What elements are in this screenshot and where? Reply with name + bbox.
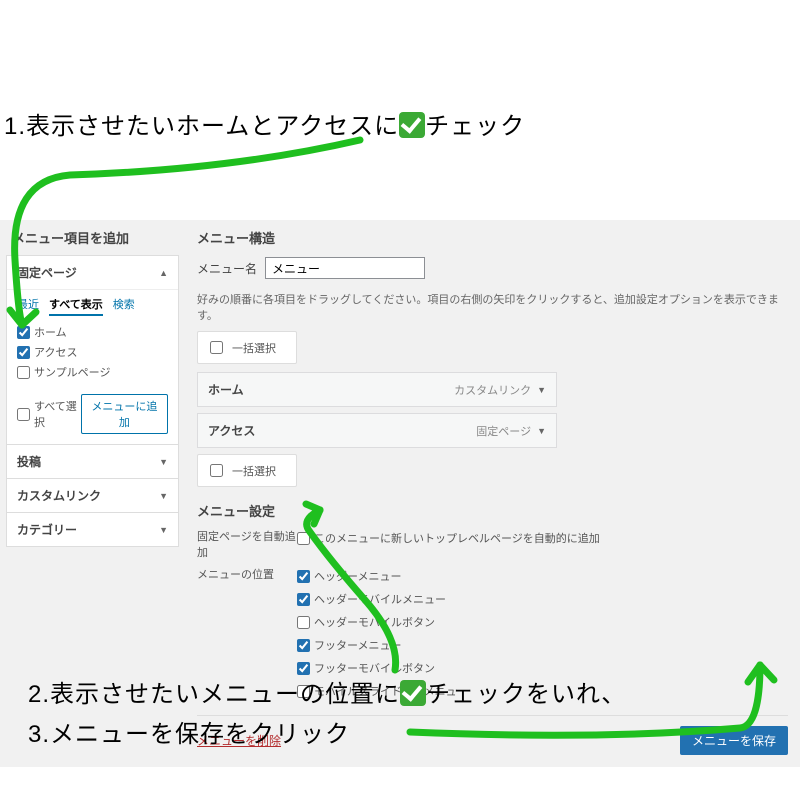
page-item-sample[interactable]: サンプルページ — [17, 362, 168, 382]
check-icon — [399, 112, 425, 138]
position-option-1[interactable]: ヘッダーモバイルメニュー — [297, 589, 468, 609]
check-icon — [400, 680, 426, 706]
checkbox-position-3[interactable] — [297, 639, 310, 652]
checkbox-position-1[interactable] — [297, 593, 310, 606]
position-option-2[interactable]: ヘッダーモバイルボタン — [297, 612, 468, 632]
accordion-posts[interactable]: 投稿▼ — [7, 444, 178, 478]
select-all[interactable]: すべて選択 — [17, 396, 81, 432]
menu-item-home[interactable]: ホーム カスタムリンク▼ — [197, 372, 557, 407]
position-option-3[interactable]: フッターメニュー — [297, 635, 468, 655]
checkbox-position-2[interactable] — [297, 616, 310, 629]
checkbox-position-4[interactable] — [297, 662, 310, 675]
menu-name-row: メニュー名 — [197, 257, 788, 279]
checkbox-position-0[interactable] — [297, 570, 310, 583]
checkbox-bulk-bottom[interactable] — [210, 464, 223, 477]
accordion: 固定ページ▲ 最近 すべて表示 検索 ホーム アクセス サンプルページ すべて選… — [6, 255, 179, 547]
checkbox-auto-add[interactable] — [297, 532, 310, 545]
menu-item-access[interactable]: アクセス 固定ページ▼ — [197, 413, 557, 448]
checkbox-select-all[interactable] — [17, 408, 30, 421]
caret-down-icon: ▼ — [537, 385, 546, 395]
menu-settings-title: メニュー設定 — [197, 501, 788, 520]
accordion-pages-body: 最近 すべて表示 検索 ホーム アクセス サンプルページ すべて選択 メニューに… — [7, 289, 178, 444]
drag-hint: 好みの順番に各項目をドラッグしてください。項目の右側の矢印をクリックすると、追加… — [197, 291, 788, 323]
save-menu-button[interactable]: メニューを保存 — [680, 726, 788, 755]
caret-down-icon: ▼ — [537, 426, 546, 436]
accordion-categories[interactable]: カテゴリー▼ — [7, 512, 178, 546]
annotation-step3: 3.メニューを保存をクリック — [28, 714, 350, 749]
pages-tabs: 最近 すべて表示 検索 — [17, 296, 168, 316]
annotation-step1: 1.表示させたいホームとアクセスにチェック — [4, 106, 525, 141]
caret-up-icon: ▲ — [159, 268, 168, 278]
add-to-menu-button[interactable]: メニューに追加 — [81, 394, 168, 434]
accordion-pages[interactable]: 固定ページ▲ — [7, 256, 178, 289]
menu-structure-title: メニュー構造 — [197, 228, 788, 247]
menu-name-label: メニュー名 — [197, 260, 257, 277]
menu-name-input[interactable] — [265, 257, 425, 279]
checkbox-access[interactable] — [17, 346, 30, 359]
annotation-step2: 2.表示させたいメニューの位置にチェックをいれ、 — [28, 674, 626, 709]
tab-all[interactable]: すべて表示 — [49, 296, 103, 316]
auto-add-row: 固定ページを自動追加 このメニューに新しいトップレベルページを自動的に追加 — [197, 522, 788, 560]
caret-down-icon: ▼ — [159, 491, 168, 501]
tab-search[interactable]: 検索 — [113, 296, 135, 316]
page-item-access[interactable]: アクセス — [17, 342, 168, 362]
bulk-select-bottom[interactable]: 一括選択 — [197, 454, 297, 487]
auto-add-option[interactable]: このメニューに新しいトップレベルページを自動的に追加 — [297, 528, 600, 548]
accordion-custom-link[interactable]: カスタムリンク▼ — [7, 478, 178, 512]
page-item-home[interactable]: ホーム — [17, 322, 168, 342]
position-option-0[interactable]: ヘッダーメニュー — [297, 566, 468, 586]
checkbox-sample[interactable] — [17, 366, 30, 379]
caret-down-icon: ▼ — [159, 457, 168, 467]
checkbox-home[interactable] — [17, 326, 30, 339]
bulk-select-top[interactable]: 一括選択 — [197, 331, 297, 364]
caret-down-icon: ▼ — [159, 525, 168, 535]
add-items-title: メニュー項目を追加 — [0, 228, 185, 255]
checkbox-bulk-top[interactable] — [210, 341, 223, 354]
tab-recent[interactable]: 最近 — [17, 296, 39, 316]
